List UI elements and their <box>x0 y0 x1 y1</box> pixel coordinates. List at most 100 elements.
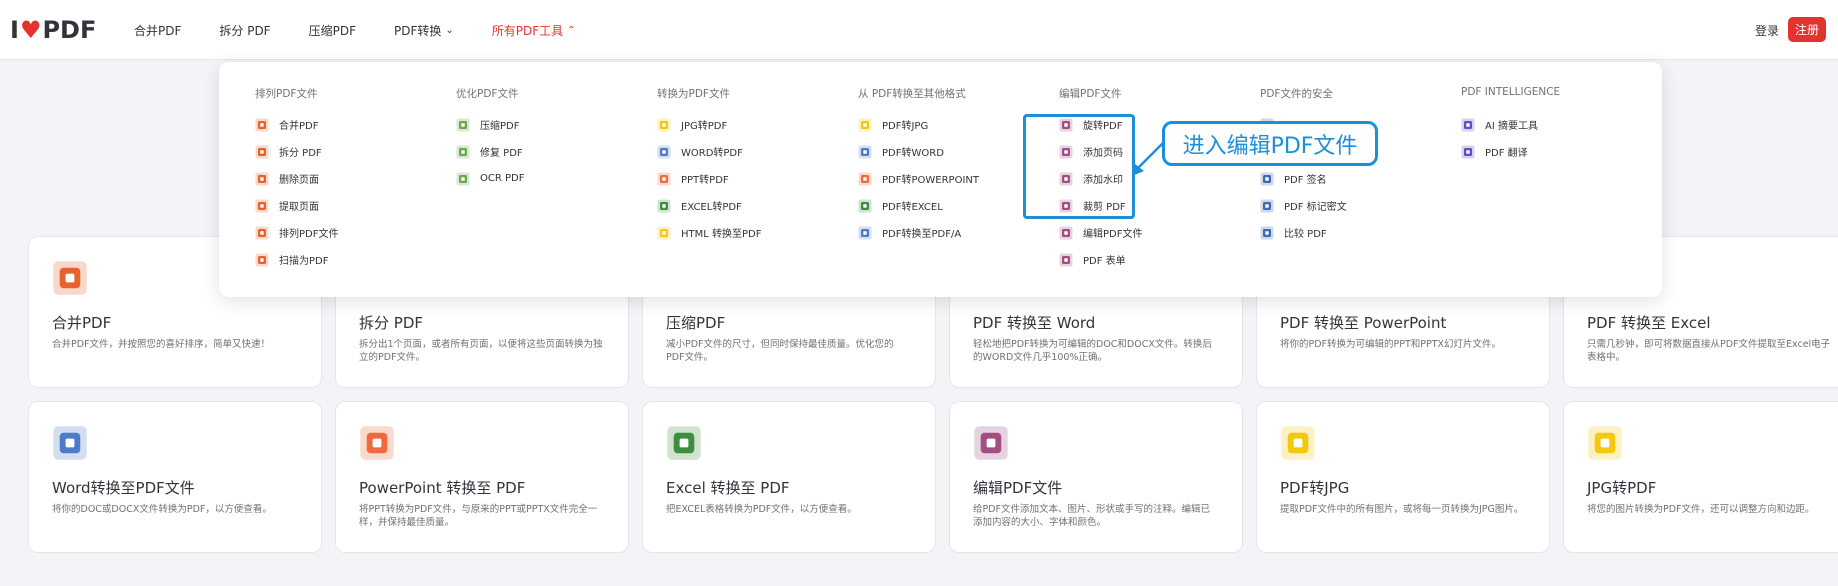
tool-card-description: 将PPT转换为PDF文件，与原来的PPT或PPTX文件完全一样，并保持最佳质量。 <box>359 504 598 528</box>
nav-item-1[interactable]: 拆分 PDF <box>219 22 270 39</box>
menu-item[interactable]: 比较 PDF <box>1260 219 1347 246</box>
pdf-ppt-icon <box>858 172 872 186</box>
excel-icon <box>657 199 671 213</box>
delete-pages-icon <box>255 172 269 186</box>
tool-card-title: 合并PDF <box>52 314 112 332</box>
menu-column-title: 排列PDF文件 <box>255 88 318 100</box>
menu-item-label: OCR PDF <box>480 173 525 184</box>
scan-icon <box>255 253 269 267</box>
menu-item-label: PDF转换至PDF/A <box>882 229 962 240</box>
tool-card-description: 将你的DOC或DOCX文件转换为PDF，以方便查看。 <box>52 504 272 515</box>
menu-item[interactable]: OCR PDF <box>456 165 524 192</box>
nav-item-0[interactable]: 合并PDF <box>134 22 181 39</box>
menu-item-label: PDF 签名 <box>1284 175 1327 186</box>
tool-card-title: Excel 转换至 PDF <box>666 479 790 497</box>
tool-card-title: PowerPoint 转换至 PDF <box>359 479 526 497</box>
menu-item-label: 修复 PDF <box>480 148 523 159</box>
menu-item[interactable]: PDF转EXCEL <box>858 192 979 219</box>
menu-item[interactable]: WORD转PDF <box>657 138 762 165</box>
menu-item-label: 合并PDF <box>279 121 319 132</box>
menu-item-label: HTML 转换至PDF <box>681 229 762 240</box>
menu-item[interactable]: 合并PDF <box>255 111 338 138</box>
menu-item-label: 拆分 PDF <box>279 148 322 159</box>
menu-item[interactable]: PDF转WORD <box>858 138 979 165</box>
tool-card-description: 只需几秒钟，即可将数据直接从PDF文件提取至Excel电子表格中。 <box>1587 339 1831 363</box>
menu-item[interactable]: PDF 签名 <box>1260 165 1347 192</box>
chevron-icon: ⌃ <box>567 24 576 36</box>
menu-item[interactable]: JPG转PDF <box>657 111 762 138</box>
form-icon <box>1059 253 1073 267</box>
menu-item[interactable]: 删除页面 <box>255 165 338 192</box>
tool-card-description: 将您的图片转换为PDF文件，还可以调整方向和边距。 <box>1587 504 1815 515</box>
menu-item-label: EXCEL转PDF <box>681 202 742 213</box>
menu-item-label: 扫描为PDF <box>279 256 329 267</box>
menu-item[interactable]: 扫描为PDF <box>255 246 338 273</box>
tool-card-description: 将你的PDF转换为可编辑的PPT和PPTX幻灯片文件。 <box>1280 339 1502 350</box>
menu-item[interactable]: HTML 转换至PDF <box>657 219 762 246</box>
menu-column: 优化PDF文件 压缩PDF 修复 PDF OCR PDF <box>456 86 524 192</box>
nav-item-3[interactable]: PDF转换 ⌄ <box>394 22 454 39</box>
split-icon <box>255 145 269 159</box>
menu-item-label: PDF转EXCEL <box>882 202 943 213</box>
tool-card[interactable]: PowerPoint 转换至 PDF 将PPT转换为PDF文件，与原来的PPT或P… <box>335 401 629 553</box>
tool-card-description: 拆分出1个页面，或者所有页面，以便将这些页面转换为独立的PDF文件。 <box>359 339 603 363</box>
nav-item-2[interactable]: 压缩PDF <box>309 22 356 39</box>
menu-item[interactable]: AI 摘要工具 <box>1461 111 1560 138</box>
nav-item-label: 合并PDF <box>134 23 182 38</box>
menu-column-title: 转换为PDF文件 <box>657 88 730 100</box>
menu-item-label: 编辑PDF文件 <box>1083 229 1143 240</box>
menu-column: PDF INTELLIGENCE AI 摘要工具 PDF 翻译 <box>1461 86 1560 165</box>
menu-item[interactable]: PDF转POWERPOINT <box>858 165 979 192</box>
menu-item[interactable]: 提取页面 <box>255 192 338 219</box>
menu-item[interactable]: PDF转JPG <box>858 111 979 138</box>
menu-column: 转换为PDF文件 JPG转PDF WORD转PDF PPT转PDF EXCEL转PDF H… <box>657 86 762 246</box>
ilovepdf-logo[interactable]: I ♥ PDF <box>10 16 96 44</box>
menu-item-label: PDF 表单 <box>1083 256 1126 267</box>
nav-item-label: PDF转换 <box>393 23 442 38</box>
top-bar: I ♥ PDF 合并PDF 拆分 PDF 压缩PDF PDF转换 ⌄ 所有PDF工具 ⌃ 登… <box>0 0 1838 60</box>
main-nav: 合并PDF 拆分 PDF 压缩PDF PDF转换 ⌄ 所有PDF工具 ⌃ <box>134 0 614 60</box>
menu-item[interactable]: 排列PDF文件 <box>255 219 338 246</box>
menu-item[interactable]: PDF转换至PDF/A <box>858 219 979 246</box>
menu-item[interactable]: PDF 标记密文 <box>1260 192 1347 219</box>
tool-card-description: 合并PDF文件，并按照您的喜好排序，简单又快速！ <box>52 339 271 350</box>
ppt-icon <box>657 172 671 186</box>
tool-card[interactable]: 编辑PDF文件给PDF文件添加文本、图片、形状或手写的注释。编辑已添加内容的大小… <box>949 401 1243 553</box>
tool-card-title: PDF转JPG <box>1280 479 1350 497</box>
menu-item[interactable]: PDF 表单 <box>1059 246 1142 273</box>
menu-item[interactable]: 压缩PDF <box>456 111 524 138</box>
menu-item-label: PDF 标记密文 <box>1284 202 1347 213</box>
ai-summary-icon <box>1461 118 1475 132</box>
tool-card[interactable]: PDF转JPG 提取PDF文件中的所有图片，或将每一页转换为JPG图片。 <box>1256 401 1550 553</box>
tool-card-title: PDF 转换至 Excel <box>1587 314 1711 332</box>
menu-column: 从 PDF转换至其他格式 PDF转JPG PDF转WORD PDF转POWERPOIN… <box>858 86 979 246</box>
login-link[interactable]: 登录 <box>1755 22 1779 39</box>
menu-item-label: 排列PDF文件 <box>279 229 339 240</box>
tool-card-description: 把EXCEL表格转换为PDF文件，以方便查看。 <box>666 504 857 515</box>
tool-card-title: 编辑PDF文件 <box>973 479 1063 497</box>
compress-icon <box>456 118 470 132</box>
menu-item[interactable]: PDF 翻译 <box>1461 138 1560 165</box>
menu-item[interactable]: PPT转PDF <box>657 165 762 192</box>
nav-item-4[interactable]: 所有PDF工具 ⌃ <box>492 22 576 39</box>
html-icon <box>657 226 671 240</box>
edit-icon <box>1059 226 1073 240</box>
excel-icon <box>666 425 702 461</box>
organize-icon <box>255 226 269 240</box>
pdf-jpg-icon <box>1280 425 1316 461</box>
tool-card[interactable]: Word转换至PDF文件 将你的DOC或DOCX文件转换为PDF，以方便查看。 <box>28 401 322 553</box>
tool-card-description: 给PDF文件添加文本、图片、形状或手写的注释。编辑已添加内容的大小、字体和颜色。 <box>973 504 1211 528</box>
heart-icon: ♥ <box>19 16 42 44</box>
tool-card[interactable]: JPG转PDF 将您的图片转换为PDF文件，还可以调整方向和边距。 <box>1563 401 1838 553</box>
logo-text-i: I <box>10 16 19 44</box>
menu-item[interactable]: EXCEL转PDF <box>657 192 762 219</box>
tool-card[interactable]: Excel 转换至 PDF 把EXCEL表格转换为PDF文件，以方便查看。 <box>642 401 936 553</box>
menu-item-label: PDF 翻译 <box>1485 148 1528 159</box>
chevron-icon: ⌄ <box>445 24 454 36</box>
extract-pages-icon <box>255 199 269 213</box>
menu-item[interactable]: 拆分 PDF <box>255 138 338 165</box>
signup-button[interactable]: 注册 <box>1788 17 1826 42</box>
menu-item[interactable]: 编辑PDF文件 <box>1059 219 1142 246</box>
menu-item[interactable]: 修复 PDF <box>456 138 524 165</box>
pdfa-icon <box>858 226 872 240</box>
